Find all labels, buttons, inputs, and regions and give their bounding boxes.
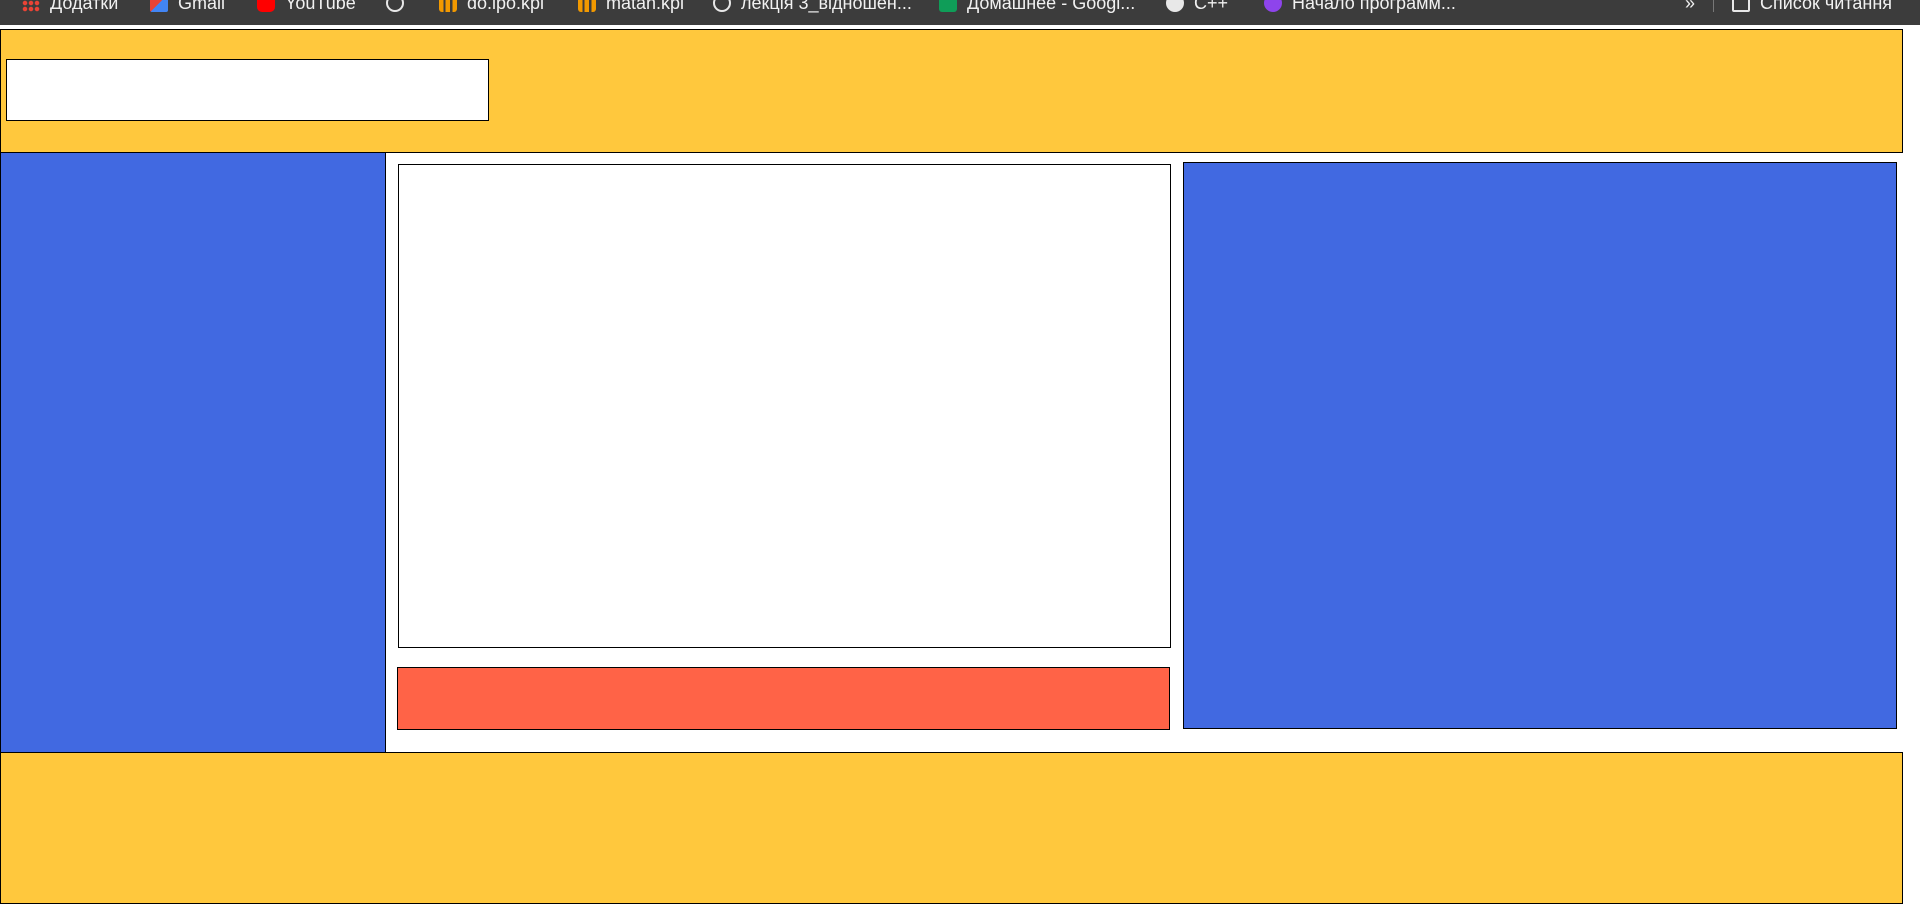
main-content-box	[398, 164, 1171, 648]
bookmark-label: do.ipo.kpi	[467, 0, 545, 13]
bookmark-youtube[interactable]: YouTube	[257, 0, 356, 12]
apps-grid-icon	[22, 0, 40, 12]
bookmark-globe[interactable]	[386, 0, 414, 12]
bookmark-gmail[interactable]: Gmail	[150, 0, 225, 12]
bookmark-label: лекція 3_відношен...	[741, 0, 912, 13]
page-footer	[0, 752, 1903, 904]
right-panel	[1183, 162, 1897, 729]
reading-list-label: Список читання	[1760, 0, 1893, 13]
bookmark-label: Домашнее - Googl...	[967, 0, 1136, 13]
gmail-icon	[150, 0, 168, 12]
bookmark-cpp[interactable]: C++	[1166, 0, 1228, 12]
bookmarks-divider	[1713, 0, 1714, 12]
sheets-icon	[939, 0, 957, 12]
bookmark-label: Додатки	[50, 0, 119, 13]
bookmark-label: matan.kpi	[606, 0, 685, 13]
bookmark-matan-kpi[interactable]: matan.kpi	[578, 0, 684, 12]
globe-icon	[386, 0, 404, 12]
bookmark-label: Gmail	[178, 0, 226, 13]
bookmark-google-sheets[interactable]: Домашнее - Googl...	[939, 0, 1135, 12]
bookmarks-overflow-button[interactable]: »	[1685, 0, 1695, 12]
youtube-icon	[257, 0, 275, 12]
bookmark-label: YouTube	[285, 0, 356, 13]
bookmark-programming-start[interactable]: Начало программ...	[1264, 0, 1456, 12]
left-sidebar	[0, 152, 386, 756]
u-icon	[1264, 0, 1282, 12]
bookmark-apps[interactable]: Додатки	[22, 0, 118, 12]
bookmarks-bar: Додатки Gmail YouTube do.ipo.kpi matan.k…	[0, 0, 1920, 25]
header-box	[6, 59, 489, 121]
bookmark-label: C++	[1194, 0, 1229, 13]
reading-list-icon	[1732, 0, 1750, 12]
bookmark-label: Начало программ...	[1292, 0, 1456, 13]
bookmark-lecture[interactable]: лекція 3_відношен...	[713, 0, 912, 12]
bars-icon	[578, 0, 596, 12]
bookmark-do-ipo-kpi[interactable]: do.ipo.kpi	[439, 0, 544, 12]
k-icon	[1166, 0, 1184, 12]
bars-icon	[439, 0, 457, 12]
content-footer-bar	[397, 667, 1170, 730]
reading-list-button[interactable]: Список читання	[1732, 0, 1892, 12]
globe-icon	[713, 0, 731, 12]
page-header	[0, 29, 1903, 153]
